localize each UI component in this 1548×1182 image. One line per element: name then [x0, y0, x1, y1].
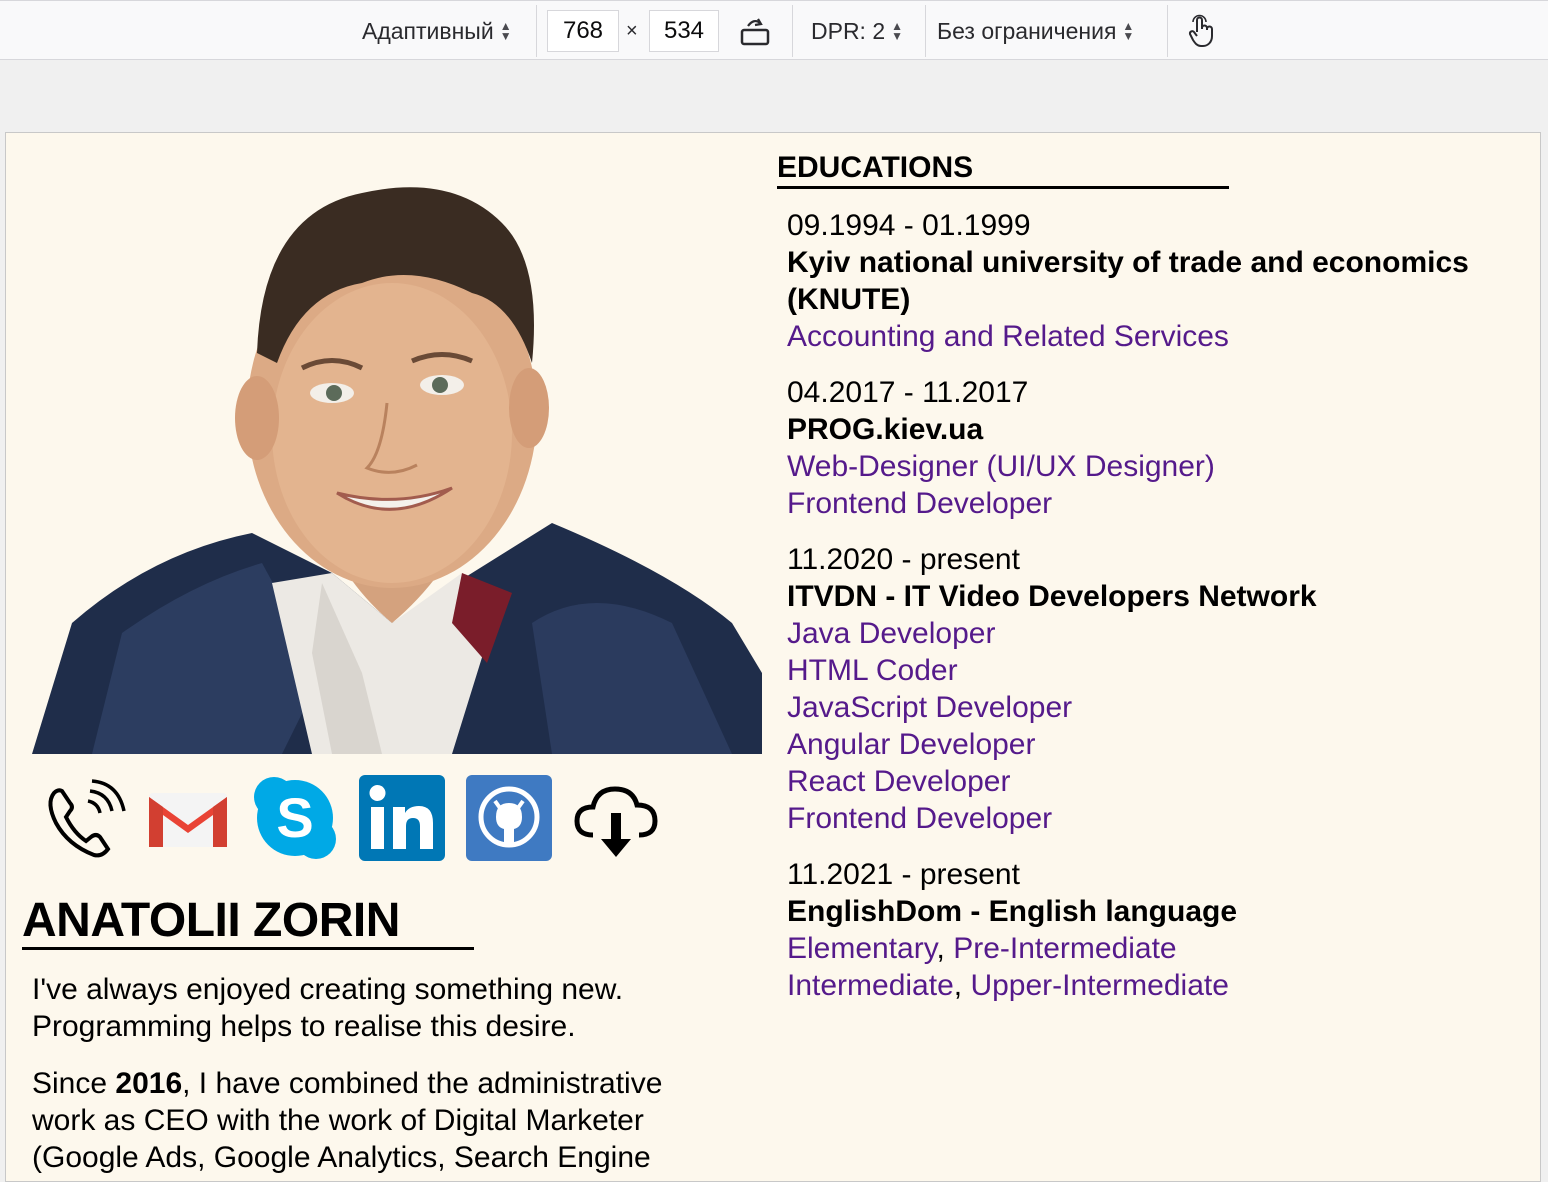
touch-simulation-button[interactable]	[1186, 1, 1218, 61]
throttling-label: Без ограничения	[937, 17, 1117, 44]
education-school: PROG.kiev.ua	[787, 413, 984, 446]
educations-underline	[777, 186, 1229, 189]
course-link[interactable]: Angular Developer	[787, 726, 1537, 763]
course-link[interactable]: Web-Designer (UI/UX Designer)	[787, 448, 1537, 485]
viewport-width-input[interactable]: 768	[547, 10, 619, 52]
page-viewport: S ANATOLII ZORIN I've always enjoyed cre…	[5, 132, 1541, 1182]
touch-hand-icon	[1188, 14, 1213, 47]
toolbar-divider	[536, 5, 537, 57]
about-year: 2016	[115, 1067, 183, 1100]
gmail-icon[interactable]	[143, 773, 233, 863]
rotate-button[interactable]	[738, 1, 772, 61]
svg-text:S: S	[276, 786, 313, 849]
about-section: I've always enjoyed creating something n…	[32, 971, 732, 1181]
linkedin-icon[interactable]	[357, 773, 447, 863]
profile-photo	[32, 153, 762, 754]
course-link[interactable]: Java Developer	[787, 615, 1537, 652]
toolbar-divider	[792, 5, 793, 57]
sort-arrows-icon: ▲ ▼	[1122, 19, 1135, 43]
responsive-design-toolbar: Адаптивный ▲ ▼ 768 × 534 DPR: 2 ▲ ▼ Без ог…	[0, 0, 1548, 60]
course-link[interactable]: Accounting and Related Services	[787, 318, 1537, 355]
course-link[interactable]: HTML Coder	[787, 652, 1537, 689]
name-underline	[22, 947, 474, 950]
education-school: ITVDN - IT Video Developers Network	[787, 580, 1317, 613]
about-paragraph: I've always enjoyed creating something n…	[32, 973, 624, 1043]
education-date: 09.1994 - 01.1999	[787, 209, 1031, 242]
github-icon[interactable]	[464, 773, 554, 863]
sort-arrows-icon: ▲ ▼	[499, 19, 512, 43]
level-link[interactable]: Intermediate	[787, 969, 954, 1002]
phone-icon[interactable]	[36, 773, 126, 863]
contact-icons: S	[36, 773, 678, 863]
toolbar-divider	[925, 5, 926, 57]
viewport-backdrop	[0, 60, 1548, 132]
course-link[interactable]: JavaScript Developer	[787, 689, 1537, 726]
profile-name: ANATOLII ZORIN	[22, 894, 400, 947]
education-item: 09.1994 - 01.1999 Kyiv national universi…	[787, 207, 1537, 355]
course-link[interactable]: Frontend Developer	[787, 800, 1537, 837]
sort-arrows-icon: ▲ ▼	[891, 19, 904, 43]
level-link[interactable]: Upper-Intermediate	[970, 969, 1228, 1002]
course-link[interactable]: Frontend Developer	[787, 485, 1537, 522]
dimension-separator: ×	[626, 19, 638, 42]
rotate-icon	[740, 18, 770, 46]
education-date: 11.2020 - present	[787, 543, 1020, 576]
language-levels-row: Elementary, Pre-Intermediate	[787, 930, 1537, 967]
level-link[interactable]: Elementary	[787, 932, 937, 965]
education-item: 11.2021 - present EnglishDom - English l…	[787, 856, 1537, 1004]
level-separator: ,	[936, 932, 954, 965]
level-link[interactable]: Pre-Intermediate	[953, 932, 1176, 965]
about-text: Since	[32, 1067, 116, 1100]
viewport-height-input[interactable]: 534	[649, 10, 719, 52]
skype-icon[interactable]: S	[250, 773, 340, 863]
education-list: 09.1994 - 01.1999 Kyiv national universi…	[787, 207, 1537, 1023]
cloud-download-icon[interactable]	[571, 773, 661, 863]
device-selector-label: Адаптивный	[362, 17, 494, 44]
education-date: 11.2021 - present	[787, 858, 1020, 891]
education-item: 11.2020 - present ITVDN - IT Video Devel…	[787, 541, 1537, 837]
level-separator: ,	[953, 969, 971, 1002]
education-item: 04.2017 - 11.2017 PROG.kiev.ua Web-Desig…	[787, 374, 1537, 522]
educations-heading: EDUCATIONS	[777, 151, 974, 184]
education-date: 04.2017 - 11.2017	[787, 376, 1029, 409]
language-levels-row: Intermediate, Upper-Intermediate	[787, 967, 1537, 1004]
dpr-selector[interactable]: DPR: 2 ▲ ▼	[811, 1, 903, 61]
device-selector[interactable]: Адаптивный ▲ ▼	[362, 1, 512, 61]
throttling-selector[interactable]: Без ограничения ▲ ▼	[937, 1, 1134, 61]
education-school: Kyiv national university of trade and ec…	[787, 246, 1469, 316]
education-school: EnglishDom - English language	[787, 895, 1238, 928]
toolbar-divider	[1167, 5, 1168, 57]
course-link[interactable]: React Developer	[787, 763, 1537, 800]
dpr-label: DPR: 2	[811, 17, 886, 44]
about-paragraph: Since 2016, I have combined the administ…	[32, 1065, 732, 1176]
